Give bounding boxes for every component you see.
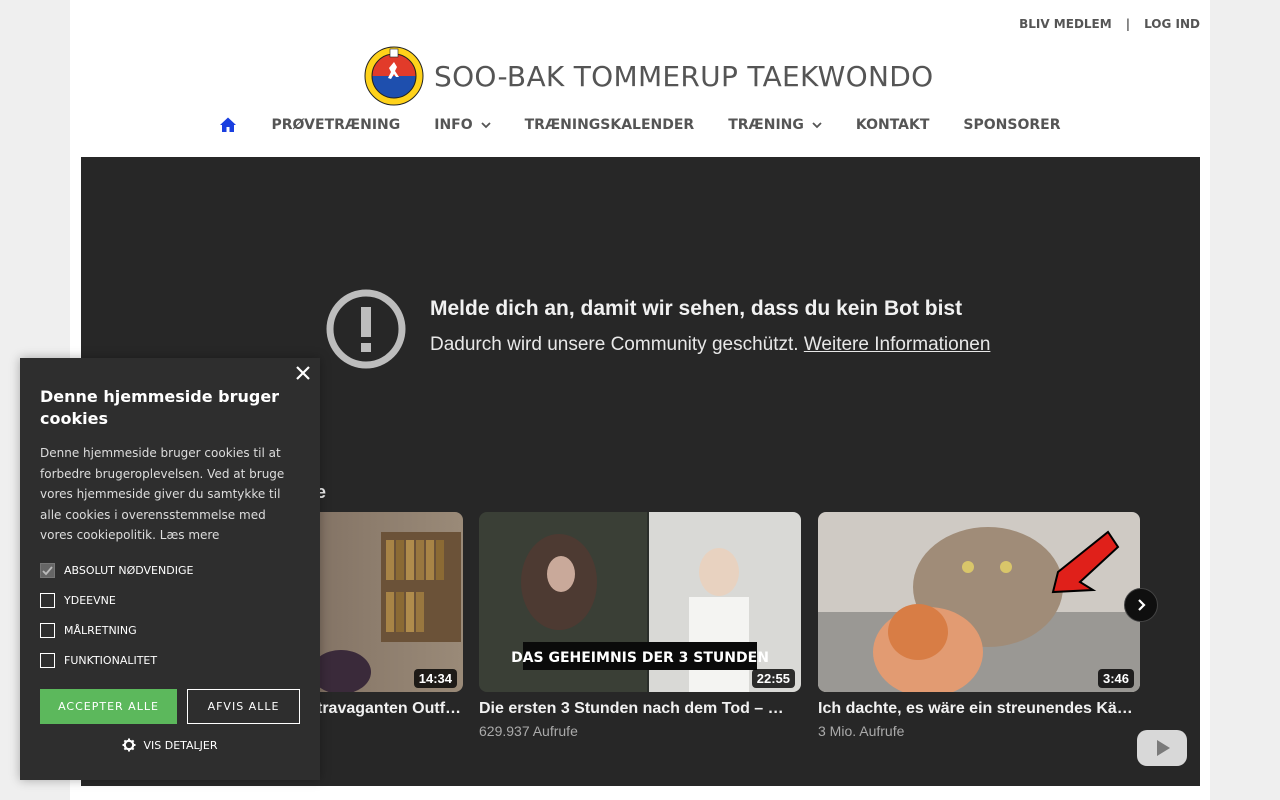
cookie-option-label: MÅLRETNING xyxy=(64,624,137,637)
checkbox-necessary[interactable] xyxy=(40,563,55,578)
nav-item-info[interactable]: INFO xyxy=(417,112,507,138)
club-logo xyxy=(364,46,424,106)
cat-thumbnail-art xyxy=(818,527,1140,692)
video-title[interactable]: Die ersten 3 Stunden nach dem Tod – Was … xyxy=(479,700,795,718)
video-card[interactable]: 3:46 Ich dachte, es wäre ein streunendes… xyxy=(818,512,1140,739)
show-details-button[interactable]: VIS DETALJER xyxy=(20,738,320,752)
warning-icon xyxy=(326,289,406,369)
site-brand[interactable]: SOO-BAK TOMMERUP TAEKWONDO xyxy=(364,46,933,106)
video-views: 629.937 Aufrufe xyxy=(479,723,578,739)
nav-item-traeningskalender[interactable]: TRÆNINGSKALENDER xyxy=(508,112,712,138)
nav-item-label: TRÆNINGSKALENDER xyxy=(524,117,695,133)
nav-item-traening[interactable]: TRÆNING xyxy=(711,112,839,138)
nav-item-label: KONTAKT xyxy=(855,117,930,133)
nav-item-label: PRØVETRÆNING xyxy=(271,117,401,133)
chevron-down-icon xyxy=(480,122,491,129)
main-nav: PRØVETRÆNING INFO TRÆNINGSKALENDER TRÆNI… xyxy=(70,112,1210,138)
show-details-label: VIS DETALJER xyxy=(143,738,218,752)
read-more-link[interactable]: Læs mere xyxy=(160,528,220,542)
nav-item-label: INFO xyxy=(434,117,473,133)
nav-item-kontakt[interactable]: KONTAKT xyxy=(839,112,947,138)
login-link[interactable]: LOG IND xyxy=(1144,17,1200,31)
cookie-consent-panel: Denne hjemmeside bruger cookies Denne hj… xyxy=(20,358,320,780)
cookie-option-functionality[interactable]: FUNKTIONALITET xyxy=(40,653,157,668)
cookie-option-performance[interactable]: YDEEVNE xyxy=(40,593,116,608)
checkbox-functionality[interactable] xyxy=(40,653,55,668)
cookie-title: Denne hjemmeside bruger cookies xyxy=(40,387,280,428)
video-thumbnail[interactable]: 3:46 xyxy=(818,512,1140,692)
more-info-link[interactable]: Weitere Informationen xyxy=(804,334,991,355)
cookie-option-label: YDEEVNE xyxy=(64,594,116,607)
checkmark-icon xyxy=(42,566,53,576)
accept-all-button[interactable]: ACCEPTER ALLE xyxy=(40,689,177,724)
cookie-option-label: ABSOLUT NØDVENDIGE xyxy=(64,564,194,577)
video-card[interactable]: DAS GEHEIMNIS DER 3 STUNDEN 22:55 Die er… xyxy=(479,512,801,739)
home-icon xyxy=(220,117,237,132)
nav-item-label: SPONSORER xyxy=(963,117,1061,133)
gear-icon xyxy=(122,738,136,752)
video-duration: 3:46 xyxy=(1097,669,1134,688)
split-thumbnail-art: DAS GEHEIMNIS DER 3 STUNDEN xyxy=(479,512,801,692)
video-duration: 22:55 xyxy=(751,669,795,688)
top-links-separator: | xyxy=(1125,17,1131,31)
cookie-text: Denne hjemmeside bruger cookies til at f… xyxy=(40,443,302,546)
nav-item-proevetraening[interactable]: PRØVETRÆNING xyxy=(254,112,417,138)
thumbnail-caption: DAS GEHEIMNIS DER 3 STUNDEN xyxy=(511,650,769,666)
bot-check-text: Dadurch wird unsere Community geschützt.… xyxy=(430,334,990,356)
video-thumbnail[interactable]: DAS GEHEIMNIS DER 3 STUNDEN 22:55 xyxy=(479,512,801,692)
nav-home[interactable] xyxy=(202,112,254,138)
video-views: 3 Mio. Aufrufe xyxy=(818,723,905,739)
close-icon[interactable] xyxy=(296,366,310,380)
become-member-link[interactable]: BLIV MEDLEM xyxy=(1019,17,1112,31)
bot-check-message: Dadurch wird unsere Community geschützt. xyxy=(430,334,799,355)
nav-item-sponsorer[interactable]: SPONSORER xyxy=(946,112,1077,138)
reject-all-button[interactable]: AFVIS ALLE xyxy=(187,689,300,724)
video-title[interactable]: Ich dachte, es wäre ein streunendes Kätz… xyxy=(818,700,1134,718)
youtube-logo-icon[interactable] xyxy=(1137,730,1187,766)
cookie-option-label: FUNKTIONALITET xyxy=(64,654,158,667)
top-links: BLIV MEDLEM | LOG IND xyxy=(1019,17,1200,31)
cookie-option-targeting[interactable]: MÅLRETNING xyxy=(40,623,137,638)
site-title: SOO-BAK TOMMERUP TAEKWONDO xyxy=(434,59,934,93)
video-duration: 14:34 xyxy=(413,669,457,688)
bot-check-title: Melde dich an, damit wir sehen, dass du … xyxy=(430,297,963,320)
cookie-option-necessary[interactable]: ABSOLUT NØDVENDIGE xyxy=(40,563,193,578)
chevron-down-icon xyxy=(812,122,822,129)
carousel-next-button[interactable] xyxy=(1124,588,1158,622)
checkbox-performance[interactable] xyxy=(40,593,55,608)
nav-item-label: TRÆNING xyxy=(728,117,804,133)
checkbox-targeting[interactable] xyxy=(40,623,55,638)
chevron-right-icon xyxy=(1138,599,1146,611)
